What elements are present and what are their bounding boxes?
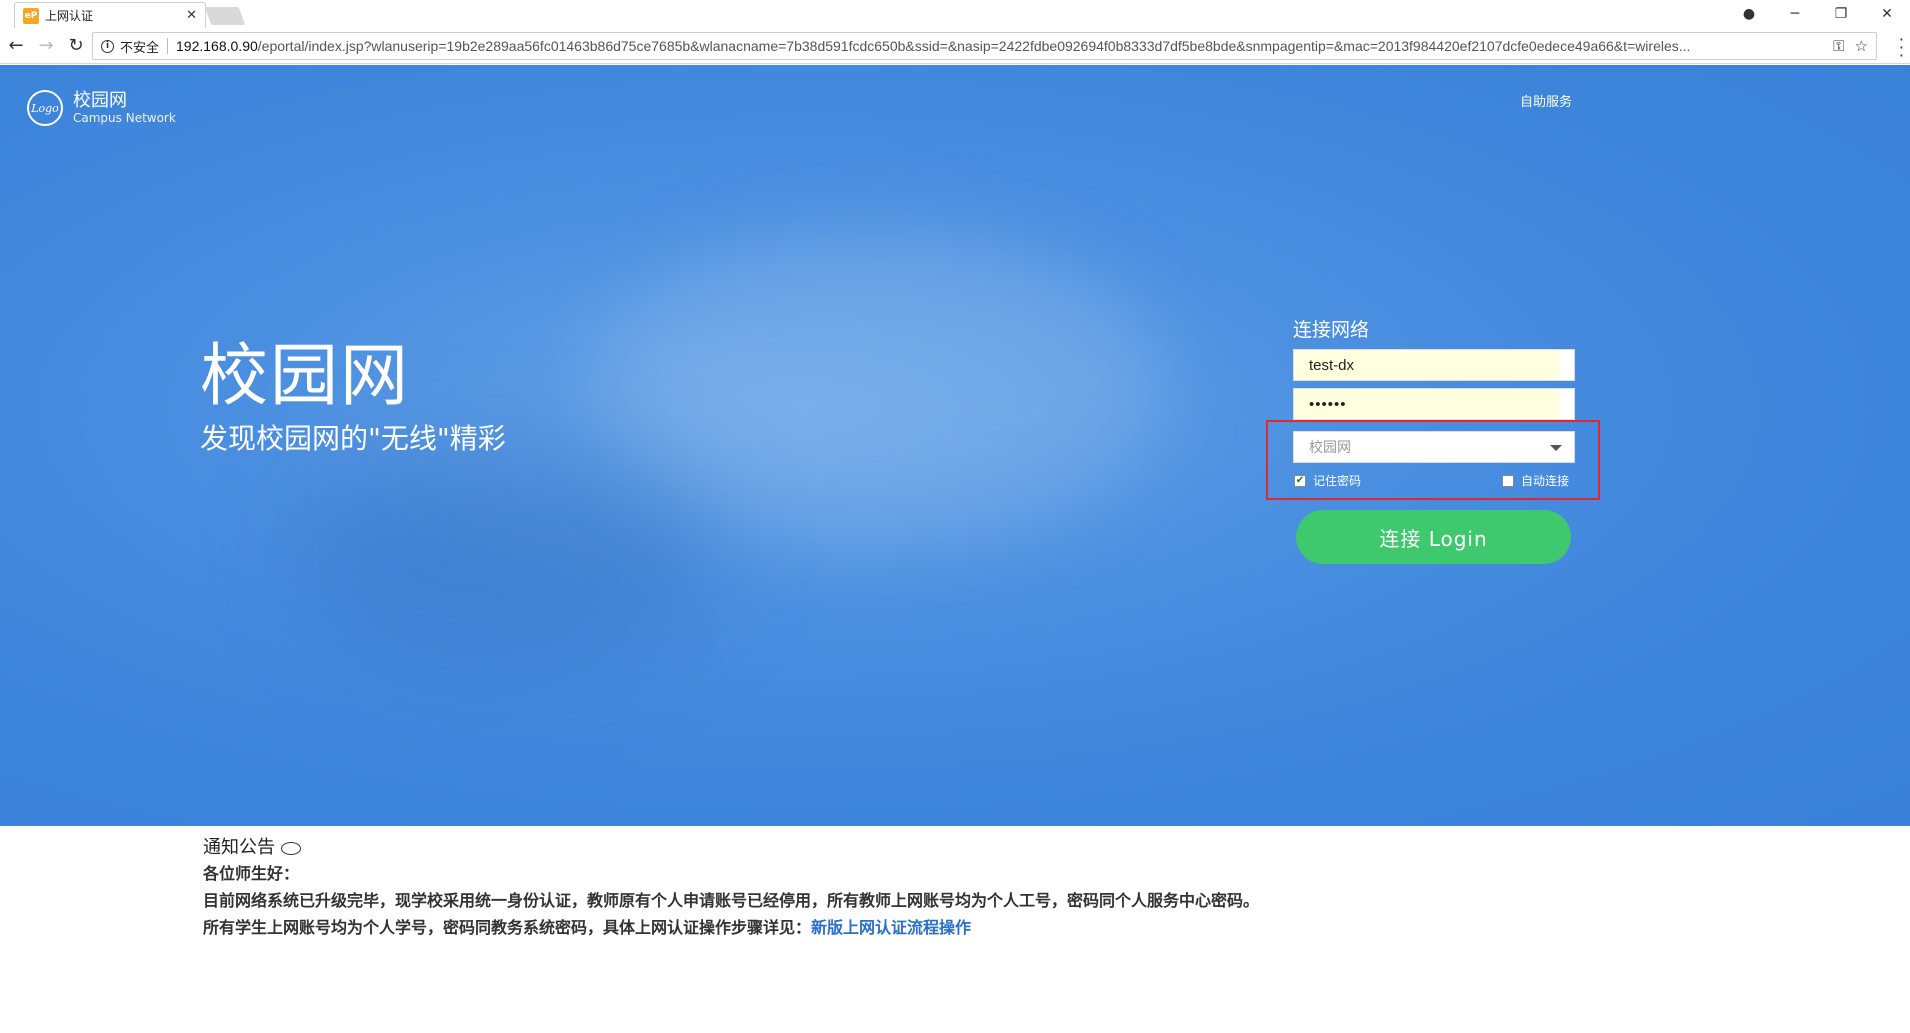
auto-connect-label: 自动连接: [1521, 474, 1570, 488]
notice-line-2-text: 所有学生上网账号均为个人学号，密码同教务系统密码，具体上网认证操作步骤详见：: [203, 918, 812, 937]
back-icon[interactable]: ←: [2, 32, 30, 60]
menu-icon[interactable]: · · ·: [1899, 32, 1904, 64]
url-text[interactable]: 192.168.0.90/eportal/index.jsp?wlanuseri…: [176, 38, 1823, 54]
service-select[interactable]: 校园网: [1293, 431, 1575, 463]
comment-icon: [281, 841, 301, 855]
username-value: test-dx: [1309, 356, 1355, 374]
info-icon[interactable]: i: [101, 39, 114, 53]
account-icon[interactable]: ●: [1726, 0, 1772, 28]
new-tab-button[interactable]: [204, 7, 246, 25]
tab-title: 上网认证: [45, 9, 94, 23]
window-controls: ● ─ ❐ ✕: [1726, 0, 1910, 28]
notice-title: 通知公告: [203, 836, 1259, 860]
auto-connect-checkbox[interactable]: [1502, 474, 1514, 487]
url-path: /eportal/index.jsp?wlanuserip=19b2e289aa…: [257, 38, 1691, 54]
auth-guide-link[interactable]: 新版上网认证流程操作: [811, 918, 971, 937]
reload-icon[interactable]: ↻: [62, 32, 90, 60]
remember-checkbox[interactable]: ✔: [1294, 474, 1306, 487]
hero-subtitle: 发现校园网的"无线"精彩: [200, 422, 506, 455]
notice-line-2: 所有学生上网账号均为个人学号，密码同教务系统密码，具体上网认证操作步骤详见：新版…: [203, 914, 1259, 941]
login-button[interactable]: 连接 Login: [1296, 510, 1571, 564]
background-decoration: [600, 235, 1160, 535]
logo-text: 校园网 Campus Network: [73, 90, 176, 126]
notice-title-text: 通知公告: [203, 837, 275, 858]
window-close-icon[interactable]: ✕: [1864, 0, 1910, 28]
login-title: 连接网络: [1293, 319, 1370, 341]
site-logo[interactable]: Logo 校园网 Campus Network: [27, 90, 176, 126]
restore-icon[interactable]: ❐: [1818, 0, 1864, 28]
notice-greeting: 各位师生好：: [203, 864, 300, 883]
browser-toolbar: ← → ↻ i 不安全 192.168.0.90/eportal/index.j…: [0, 28, 1910, 64]
address-bar[interactable]: i 不安全 192.168.0.90/eportal/index.jsp?wla…: [92, 32, 1877, 60]
forward-icon[interactable]: →: [32, 32, 60, 60]
service-select-value: 校园网: [1309, 440, 1351, 456]
chevron-down-icon: [1550, 445, 1562, 451]
key-icon[interactable]: ⚿: [1833, 37, 1844, 55]
background-decoration: [300, 445, 720, 665]
remember-label: 记住密码: [1313, 474, 1362, 488]
password-value: ••••••: [1309, 395, 1347, 413]
close-icon[interactable]: ✕: [186, 8, 197, 23]
star-icon[interactable]: ☆: [1855, 37, 1868, 55]
tab-strip: eP 上网认证 ✕ ● ─ ❐ ✕: [0, 0, 1910, 28]
minimize-icon[interactable]: ─: [1772, 0, 1818, 28]
security-label[interactable]: 不安全: [120, 37, 159, 56]
hero-title: 校园网: [200, 337, 411, 416]
favicon-icon: eP: [23, 7, 39, 24]
auto-connect[interactable]: 自动连接: [1502, 472, 1569, 489]
input-edge: [1560, 350, 1574, 380]
username-input[interactable]: test-dx: [1293, 349, 1575, 381]
divider: [167, 38, 169, 54]
hero-banner: Logo 校园网 Campus Network 自助服务 校园网 发现校园网的"…: [0, 65, 1910, 826]
browser-tab[interactable]: eP 上网认证 ✕: [14, 2, 206, 28]
notice-line-1: 目前网络系统已升级完毕，现学校采用统一身份认证，教师原有个人申请账号已经停用，所…: [203, 891, 1260, 910]
notice-section: 通知公告 各位师生好： 目前网络系统已升级完毕，现学校采用统一身份认证，教师原有…: [203, 836, 1259, 941]
logo-cn: 校园网: [73, 90, 127, 111]
input-edge: [1560, 389, 1574, 419]
remember-password[interactable]: ✔ 记住密码: [1294, 472, 1361, 489]
logo-icon: Logo: [27, 90, 63, 126]
self-service-link[interactable]: 自助服务: [1520, 91, 1572, 110]
logo-en: Campus Network: [73, 111, 176, 125]
password-input[interactable]: ••••••: [1293, 388, 1575, 420]
url-host: 192.168.0.90: [176, 38, 258, 54]
